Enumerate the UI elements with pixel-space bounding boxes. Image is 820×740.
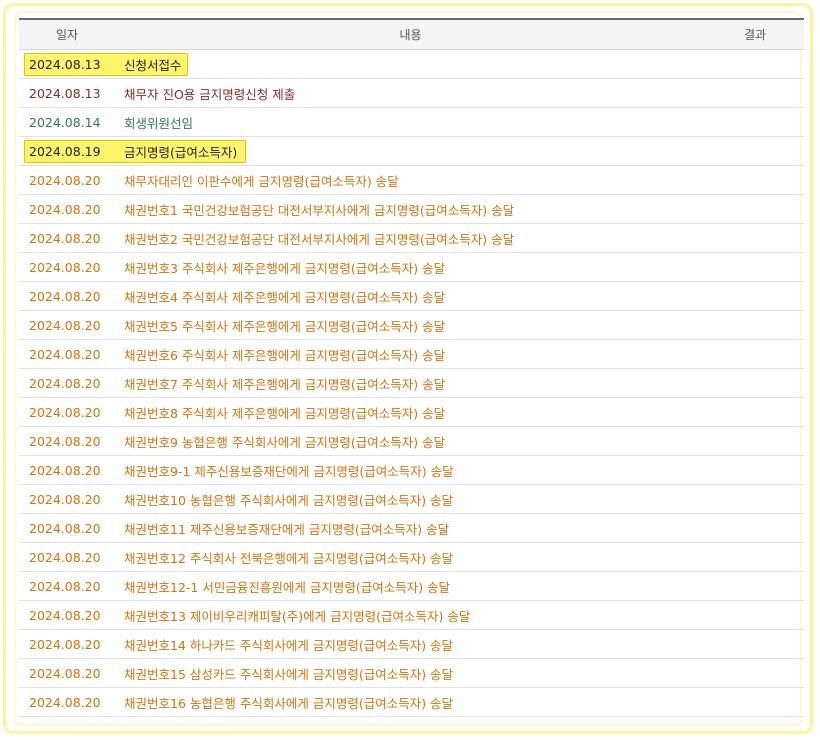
row-result <box>706 426 804 456</box>
row-content: 채권번호12 주식회사 전북은행에게 금지명령(급여소득자) 송달 <box>115 542 706 572</box>
row-content: 채무자대리인 이판수에게 금지명령(급여소득자) 송달 <box>115 165 706 195</box>
row-result <box>706 281 804 311</box>
row-date: 2024.08.20 <box>19 600 115 630</box>
row-content: 채권번호14 하나카드 주식회사에게 금지명령(급여소득자) 송달 <box>115 629 706 659</box>
row-content: 채권번호5 주식회사 제주은행에게 금지명령(급여소득자) 송달 <box>115 310 706 340</box>
row-date: 2024.08.19 <box>19 136 115 166</box>
row-content: 채권번호12-1 서민금융진흥원에게 금지명령(급여소득자) 송달 <box>115 571 706 601</box>
row-content: 채권번호9-1 제주신용보증재단에게 금지명령(급여소득자) 송달 <box>115 455 706 485</box>
row-content: 채권번호11 제주신용보증재단에게 금지명령(급여소득자) 송달 <box>115 513 706 543</box>
row-date: 2024.08.14 <box>19 107 115 137</box>
row-date: 2024.08.20 <box>19 426 115 456</box>
row-content: 채권번호3 주식회사 제주은행에게 금지명령(급여소득자) 송달 <box>115 252 706 282</box>
table-row: 2024.08.20 채권번호14 하나카드 주식회사에게 금지명령(급여소득자)… <box>19 629 804 659</box>
row-date: 2024.08.20 <box>19 310 115 340</box>
table-row: 2024.08.20 채권번호3 주식회사 제주은행에게 금지명령(급여소득자) … <box>19 252 804 282</box>
header-content: 내용 <box>115 18 706 50</box>
row-content: 채권번호15 삼성카드 주식회사에게 금지명령(급여소득자) 송달 <box>115 658 706 688</box>
row-result <box>706 687 804 717</box>
row-date: 2024.08.20 <box>19 542 115 572</box>
table-row: 2024.08.20 채권번호15 삼성카드 주식회사에게 금지명령(급여소득자)… <box>19 658 804 688</box>
row-content: 채권번호16 농협은행 주식회사에게 금지명령(급여소득자) 송달 <box>115 687 706 717</box>
row-result <box>706 49 804 79</box>
row-date: 2024.08.20 <box>19 281 115 311</box>
row-date: 2024.08.20 <box>19 252 115 282</box>
table-row: 2024.08.20 채권번호1 국민건강보험공단 대전서부지사에게 금지명령(급… <box>19 194 804 224</box>
case-progress-table: 일자 내용 결과 2024.08.13 신청서접수 2024.08.13 채무자 진O… <box>19 18 804 717</box>
table-row: 2024.08.20 채권번호6 주식회사 제주은행에게 금지명령(급여소득자) … <box>19 339 804 369</box>
table-row: 2024.08.13 신청서접수 <box>19 49 804 79</box>
row-date: 2024.08.20 <box>19 484 115 514</box>
table-row: 2024.08.20 채권번호9-1 제주신용보증재단에게 금지명령(급여소득자)… <box>19 455 804 485</box>
row-date: 2024.08.20 <box>19 194 115 224</box>
row-date: 2024.08.13 <box>19 78 115 108</box>
row-content: 채권번호13 제이비우리캐피탈(주)에게 금지명령(급여소득자) 송달 <box>115 600 706 630</box>
row-result <box>706 542 804 572</box>
table-row: 2024.08.20 채권번호16 농협은행 주식회사에게 금지명령(급여소득자)… <box>19 687 804 717</box>
row-date: 2024.08.20 <box>19 339 115 369</box>
row-content: 채권번호6 주식회사 제주은행에게 금지명령(급여소득자) 송달 <box>115 339 706 369</box>
table-row: 2024.08.20 채권번호11 제주신용보증재단에게 금지명령(급여소득자) … <box>19 513 804 543</box>
row-result <box>706 513 804 543</box>
row-result <box>706 136 804 166</box>
row-result <box>706 571 804 601</box>
row-content: 신청서접수 <box>115 49 706 79</box>
row-result <box>706 368 804 398</box>
row-date: 2024.08.20 <box>19 513 115 543</box>
row-content: 채권번호4 주식회사 제주은행에게 금지명령(급여소득자) 송달 <box>115 281 706 311</box>
row-result <box>706 339 804 369</box>
row-result <box>706 455 804 485</box>
row-content: 금지명령(급여소득자) <box>115 136 706 166</box>
row-date: 2024.08.20 <box>19 368 115 398</box>
table-row: 2024.08.20 채권번호8 주식회사 제주은행에게 금지명령(급여소득자) … <box>19 397 804 427</box>
row-date: 2024.08.20 <box>19 658 115 688</box>
row-result <box>706 658 804 688</box>
table-row: 2024.08.20 채권번호12-1 서민금융진흥원에게 금지명령(급여소득자)… <box>19 571 804 601</box>
table-header-row: 일자 내용 결과 <box>19 18 804 50</box>
row-date: 2024.08.20 <box>19 397 115 427</box>
row-content: 채권번호8 주식회사 제주은행에게 금지명령(급여소득자) 송달 <box>115 397 706 427</box>
row-result <box>706 194 804 224</box>
row-result <box>706 397 804 427</box>
row-content: 채권번호10 농협은행 주식회사에게 금지명령(급여소득자) 송달 <box>115 484 706 514</box>
row-content: 회생위원선임 <box>115 107 706 137</box>
table-row: 2024.08.20 채권번호7 주식회사 제주은행에게 금지명령(급여소득자) … <box>19 368 804 398</box>
table-row: 2024.08.19 금지명령(급여소득자) <box>19 136 804 166</box>
table-row: 2024.08.13 채무자 진O용 금지명령신청 제출 <box>19 78 804 108</box>
row-date: 2024.08.20 <box>19 629 115 659</box>
row-result <box>706 310 804 340</box>
table-row: 2024.08.20 채권번호10 농협은행 주식회사에게 금지명령(급여소득자)… <box>19 484 804 514</box>
row-result <box>706 165 804 195</box>
row-date: 2024.08.13 <box>19 49 115 79</box>
table-row: 2024.08.20 채권번호5 주식회사 제주은행에게 금지명령(급여소득자) … <box>19 310 804 340</box>
row-date: 2024.08.20 <box>19 571 115 601</box>
header-date: 일자 <box>19 18 115 50</box>
row-content: 채권번호9 농협은행 주식회사에게 금지명령(급여소득자) 송달 <box>115 426 706 456</box>
row-content: 채권번호2 국민건강보험공단 대전서부지사에게 금지명령(급여소득자) 송달 <box>115 223 706 253</box>
table-row: 2024.08.20 채권번호2 국민건강보험공단 대전서부지사에게 금지명령(급… <box>19 223 804 253</box>
row-content: 채무자 진O용 금지명령신청 제출 <box>115 78 706 108</box>
table-header: 일자 내용 결과 <box>19 18 804 50</box>
row-result <box>706 223 804 253</box>
row-content: 채권번호1 국민건강보험공단 대전서부지사에게 금지명령(급여소득자) 송달 <box>115 194 706 224</box>
table-row: 2024.08.20 채권번호12 주식회사 전북은행에게 금지명령(급여소득자)… <box>19 542 804 572</box>
row-date: 2024.08.20 <box>19 455 115 485</box>
row-result <box>706 484 804 514</box>
table-row: 2024.08.14 회생위원선임 <box>19 107 804 137</box>
row-result <box>706 629 804 659</box>
table-row: 2024.08.20 채권번호13 제이비우리캐피탈(주)에게 금지명령(급여소득… <box>19 600 804 630</box>
row-result <box>706 107 804 137</box>
row-content: 채권번호7 주식회사 제주은행에게 금지명령(급여소득자) 송달 <box>115 368 706 398</box>
row-result <box>706 78 804 108</box>
table-row: 2024.08.20 채권번호4 주식회사 제주은행에게 금지명령(급여소득자) … <box>19 281 804 311</box>
table-row: 2024.08.20 채권번호9 농협은행 주식회사에게 금지명령(급여소득자) … <box>19 426 804 456</box>
row-date: 2024.08.20 <box>19 687 115 717</box>
row-result <box>706 252 804 282</box>
row-date: 2024.08.20 <box>19 165 115 195</box>
row-result <box>706 600 804 630</box>
table-row: 2024.08.20 채무자대리인 이판수에게 금지명령(급여소득자) 송달 <box>19 165 804 195</box>
header-result: 결과 <box>706 18 804 50</box>
table-body: 2024.08.13 신청서접수 2024.08.13 채무자 진O용 금지명령신청 … <box>19 49 804 717</box>
row-date: 2024.08.20 <box>19 223 115 253</box>
